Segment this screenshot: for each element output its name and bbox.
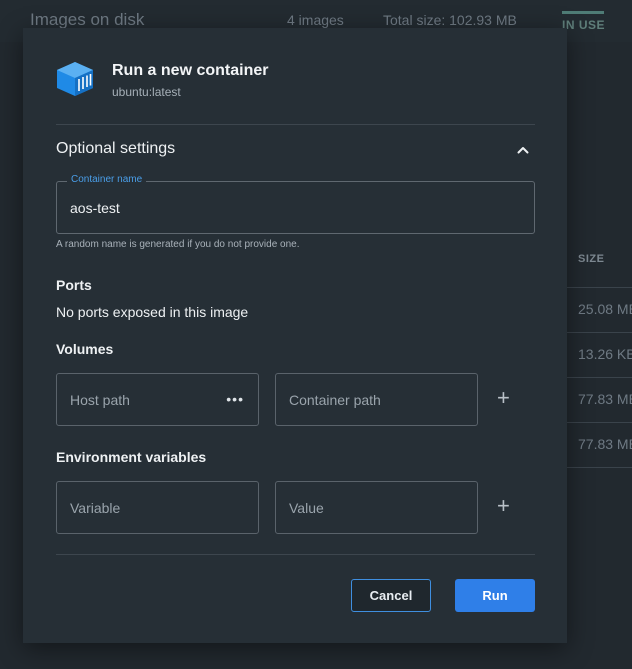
more-horizontal-icon[interactable]: ••• [226, 391, 244, 407]
total-size: Total size: 102.93 MB [383, 12, 517, 28]
volumes-heading: Volumes [56, 341, 114, 357]
host-path-field[interactable]: ••• [56, 373, 259, 426]
add-volume-plus-icon[interactable]: + [497, 387, 510, 409]
table-row[interactable]: 77.83 MB [567, 377, 632, 423]
container-name-helper: A random name is generated if you do not… [56, 239, 300, 250]
size-cell: 77.83 MB [578, 391, 632, 407]
container-path-input[interactable] [276, 374, 477, 425]
container-path-field[interactable] [275, 373, 478, 426]
value-field[interactable] [275, 481, 478, 534]
ports-heading: Ports [56, 277, 92, 293]
divider [56, 124, 535, 125]
run-container-dialog: Run a new container ubuntu:latest Option… [23, 28, 567, 643]
size-cell: 77.83 MB [578, 436, 632, 452]
size-cell: 13.26 KB [578, 346, 632, 362]
dialog-title: Run a new container [112, 62, 269, 79]
image-count: 4 images [287, 12, 344, 28]
run-button[interactable]: Run [455, 579, 535, 612]
chevron-up-icon[interactable] [515, 142, 531, 158]
variable-input[interactable] [57, 482, 258, 533]
size-column-header[interactable]: SIZE [578, 253, 604, 265]
divider [56, 554, 535, 555]
ports-message: No ports exposed in this image [56, 304, 249, 320]
optional-settings-toggle[interactable]: Optional settings [56, 140, 175, 158]
image-name: ubuntu:latest [112, 85, 181, 99]
table-row[interactable]: 13.26 KB [567, 332, 632, 378]
table-row[interactable]: 25.08 MB [567, 287, 632, 333]
size-cell: 25.08 MB [578, 301, 632, 317]
container-name-input[interactable] [57, 182, 534, 233]
value-input[interactable] [276, 482, 477, 533]
cancel-button[interactable]: Cancel [351, 579, 431, 612]
env-variables-heading: Environment variables [56, 449, 207, 465]
container-name-field[interactable]: Container name [56, 174, 535, 234]
page-title: Images on disk [30, 10, 145, 29]
table-row[interactable]: 77.83 MB [567, 422, 632, 468]
docker-container-icon [57, 62, 93, 96]
tab-in-use[interactable]: IN USE [562, 18, 605, 32]
tab-indicator [562, 11, 604, 14]
variable-field[interactable] [56, 481, 259, 534]
add-env-plus-icon[interactable]: + [497, 495, 510, 517]
